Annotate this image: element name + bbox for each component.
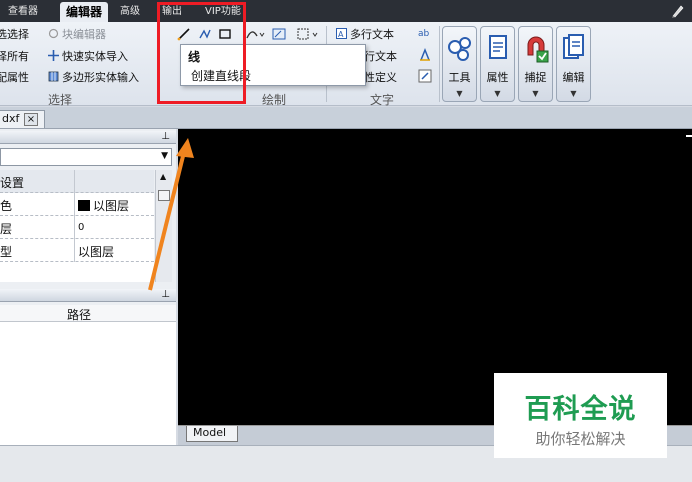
tab-editor[interactable]: 编辑器 [60,2,109,22]
quick-entity-import-button[interactable]: 快速实体导入 [48,48,128,64]
property-key: 图层 [0,222,13,236]
pen-icon[interactable] [670,3,686,19]
highlight-box [157,2,246,104]
path-list[interactable] [0,322,176,445]
edit-document-icon [563,34,584,59]
tools-label: 工具 [448,71,471,84]
column-divider [74,216,75,239]
column-divider [74,193,75,216]
multiline-text-button[interactable]: A 多行文本 [336,26,394,42]
path-column-label: 路径 [67,308,92,322]
chevron-down-icon: ▼ [456,89,463,98]
property-row-color[interactable]: 颜色 以图层 [0,193,154,216]
text-box-icon: A [336,28,347,39]
snap-button[interactable]: 捕捉 ▼ [518,26,553,102]
property-value: 以图层 [78,197,129,214]
match-properties-item[interactable]: 配属性 [0,69,29,85]
select-item[interactable]: 选选择 [0,26,29,42]
color-value: 以图层 [93,199,130,213]
quick-entity-import-label: 快速实体导入 [62,50,128,63]
polygon-entity-input-label: 多边形实体输入 [62,71,139,84]
list-column-header[interactable]: 路径 [0,305,176,322]
polygon-grid-icon [48,71,59,82]
chevron-down-icon: ▼ [494,89,501,98]
watermark-title: 百科全说 [524,394,637,425]
property-group-label: 设置 [0,176,25,190]
snap-label: 捕捉 [524,71,547,84]
block-editor-icon [48,28,59,39]
properties-label: 属性 [486,71,509,84]
property-key: 线型 [0,245,13,259]
svg-text:ab: ab [418,29,430,38]
column-divider [74,170,75,193]
move-icon [48,50,59,61]
single-line-text-button[interactable]: 行文本 [364,48,397,64]
text-edit-icon[interactable] [418,48,432,62]
property-row-linetype[interactable]: 线型 以图层 [0,239,154,262]
select-group-label: 选择 [48,93,73,107]
edit-button[interactable]: 编辑 ▼ [556,26,591,102]
multiline-text-label: 多行文本 [350,28,394,41]
crosshair-marker [686,135,692,137]
watermark-subtitle: 助你轻松解决 [535,430,626,448]
property-grid: 设置 颜色 以图层 图层 0 线型 以图层 [0,170,154,282]
column-divider [74,239,75,262]
shape-tool-icon[interactable] [296,27,320,41]
select-all-item[interactable]: 择所有 [0,48,29,64]
polygon-entity-input-button[interactable]: 多边形实体输入 [48,69,139,85]
property-key: 颜色 [0,199,13,213]
draw-group-label: 绘制 [262,93,287,107]
tools-button[interactable]: 工具 ▼ [442,26,477,102]
property-group-header[interactable]: 设置 [0,170,154,193]
magnet-icon [527,36,549,63]
property-value: 以图层 [78,245,115,259]
text-style-icon[interactable]: ab [418,26,432,38]
close-icon[interactable]: × [24,113,38,126]
menu-bar: 查看器 编辑器 高级 输出 VIP功能 [0,0,692,22]
chevron-down-icon: ▼ [532,89,539,98]
document-tab-label: dxf [2,112,20,125]
document-icon [489,35,507,59]
properties-button[interactable]: 属性 ▼ [480,26,515,102]
attribute-definition-button[interactable]: 性定义 [364,69,397,85]
tab-advanced[interactable]: 高级 [120,3,140,20]
svg-text:A: A [338,30,344,39]
tab-viewer[interactable]: 查看器 [8,3,38,20]
document-tab-bar: dxf × [0,107,692,129]
tools-icon [448,37,471,61]
ribbon-separator [439,26,440,102]
block-editor-button[interactable]: 块编辑器 [48,26,106,42]
property-value: 0 [78,222,85,233]
chevron-down-icon: ▼ [570,89,577,98]
watermark: 百科全说 助你轻松解决 [494,373,667,458]
color-swatch [78,200,90,211]
property-row-layer[interactable]: 图层 0 [0,216,154,239]
document-tab[interactable]: dxf × [0,110,45,128]
annotation-arrow [148,138,194,291]
model-tab[interactable]: Model [186,426,238,442]
text-group-label: 文字 [370,93,395,107]
hatch-tool-icon[interactable] [272,27,286,41]
block-editor-label: 块编辑器 [62,28,106,41]
edit-label: 编辑 [562,71,585,84]
field-icon[interactable] [418,69,432,83]
arc-tool-icon[interactable] [246,27,266,41]
